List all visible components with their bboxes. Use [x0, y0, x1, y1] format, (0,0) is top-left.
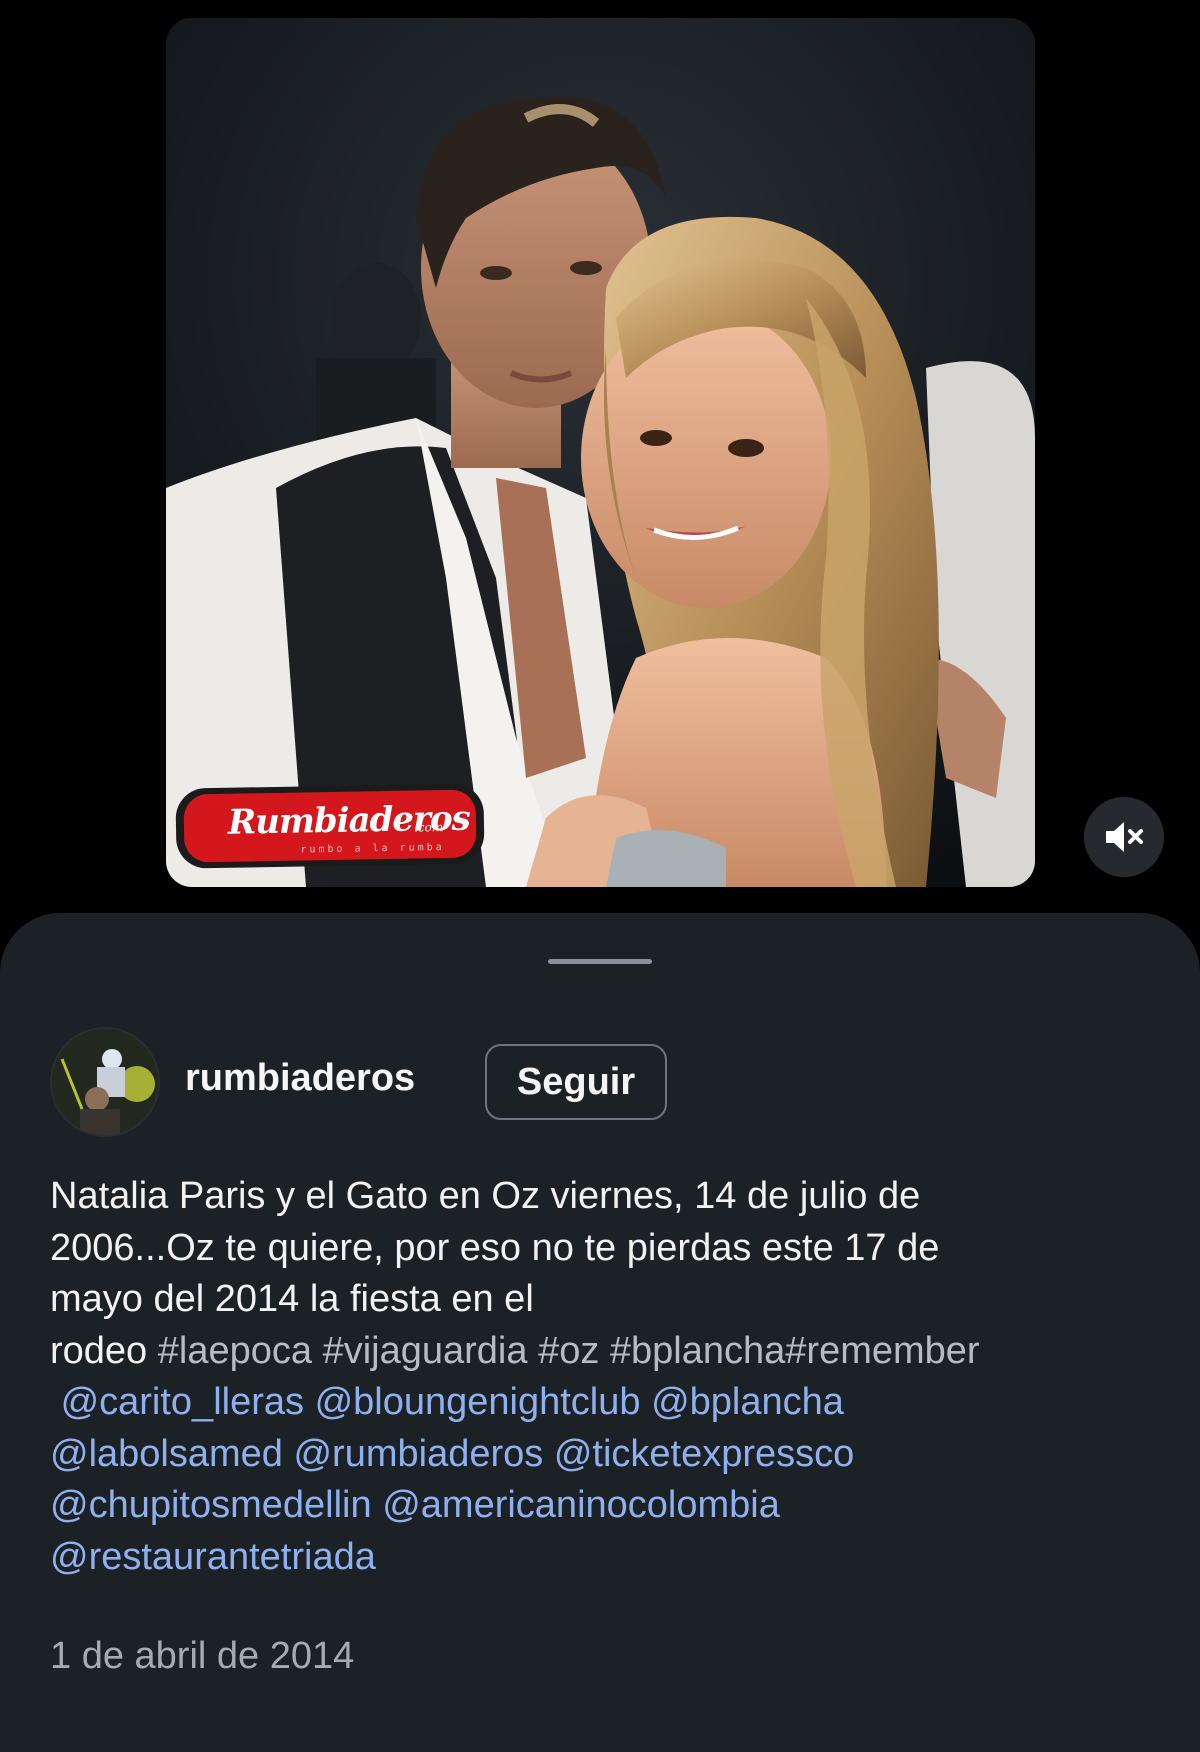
sheet-drag-handle[interactable] — [548, 959, 652, 964]
follow-button[interactable]: Seguir — [485, 1044, 667, 1120]
mention-link[interactable]: @rumbiaderos — [293, 1433, 543, 1475]
profile-avatar-image — [52, 1029, 158, 1135]
mention-link[interactable]: @restaurantetriada — [50, 1536, 376, 1578]
rumbiaderos-watermark-logo: Rumbiaderos .com rumbo a la rumba — [175, 783, 485, 869]
watermark-tagline: rumbo a la rumba — [300, 842, 445, 856]
speaker-muted-icon — [1106, 822, 1143, 852]
caption-line: @chupitosmedellin @americaninocolombia — [50, 1480, 1170, 1532]
mention-link[interactable]: @ticketexpressco — [554, 1433, 854, 1475]
caption-line: 2006...Oz te quiere, por eso no te pierd… — [50, 1226, 940, 1269]
caption-line: @labolsamed @rumbiaderos @ticketexpressc… — [50, 1429, 1170, 1481]
mention-link[interactable]: @labolsamed — [50, 1433, 283, 1475]
hashtag-link[interactable]: #laepoca — [158, 1330, 312, 1372]
mention-link[interactable]: @bloungenightclub — [315, 1381, 641, 1423]
couple-photo-illustration — [166, 18, 1035, 887]
mention-link[interactable]: @americaninocolombia — [382, 1484, 780, 1526]
post-photo[interactable]: Rumbiaderos .com rumbo a la rumba — [166, 18, 1035, 887]
caption-line: @carito_lleras @bloungenightclub @bplanc… — [50, 1377, 1170, 1429]
post-details-sheet: rumbiaderos Seguir Natalia Paris y el Ga… — [0, 913, 1200, 1752]
avatar[interactable] — [50, 1027, 160, 1137]
mention-link[interactable]: @bplancha — [651, 1381, 844, 1423]
caption-line: Natalia Paris y el Gato en Oz viernes, 1… — [50, 1175, 921, 1217]
post-caption: Natalia Paris y el Gato en Oz viernes, 1… — [50, 1171, 1170, 1583]
hashtag-link[interactable]: #oz — [538, 1330, 599, 1372]
mention-link[interactable]: @chupitosmedellin — [50, 1484, 372, 1526]
hashtag-link[interactable]: #vijaguardia — [323, 1330, 528, 1372]
media-area: Rumbiaderos .com rumbo a la rumba — [0, 0, 1200, 920]
username[interactable]: rumbiaderos — [185, 1057, 415, 1100]
mute-toggle-button[interactable] — [1084, 797, 1164, 877]
caption-line: rodeo #laepoca #vijaguardia #oz #bplanch… — [50, 1326, 1170, 1378]
post-date: 1 de abril de 2014 — [50, 1635, 355, 1677]
caption-line: @restaurantetriada — [50, 1532, 1170, 1584]
watermark-suffix: .com — [413, 820, 444, 835]
mention-link[interactable]: @carito_lleras — [61, 1381, 304, 1423]
caption-line: mayo del 2014 la fiesta en el — [50, 1278, 534, 1320]
hashtag-link[interactable]: #bplancha#remember — [610, 1330, 980, 1372]
caption-text: rodeo — [50, 1329, 148, 1372]
